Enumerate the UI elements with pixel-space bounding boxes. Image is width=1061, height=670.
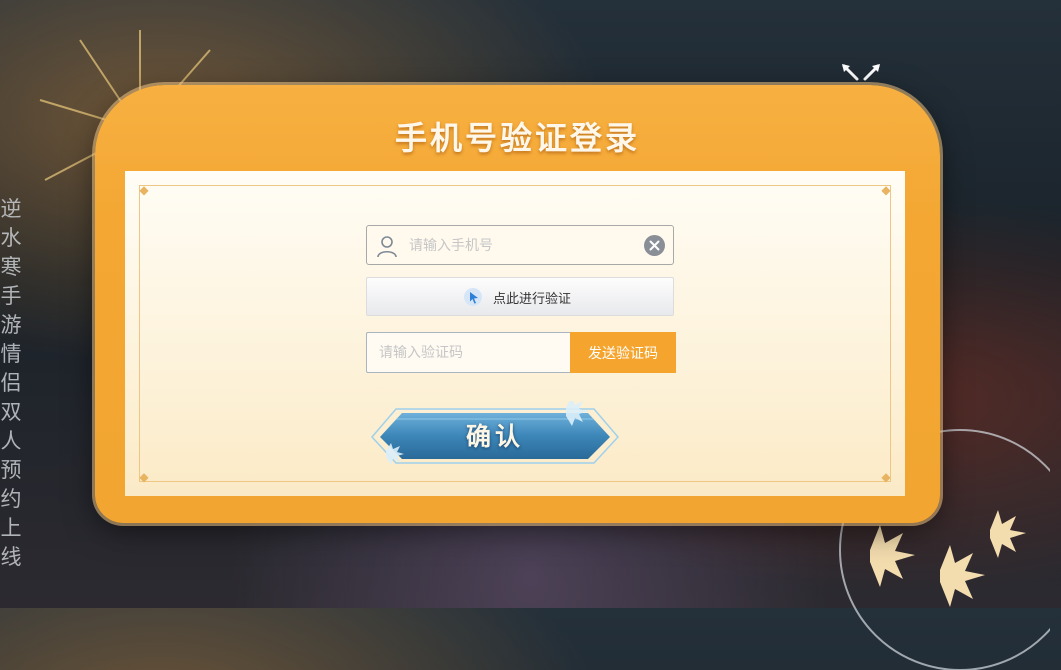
confirm-label: 确认 — [465, 422, 524, 451]
verification-code-input[interactable] — [366, 332, 570, 373]
clear-button[interactable] — [644, 235, 665, 256]
send-code-button[interactable]: 发送验证码 — [570, 332, 676, 373]
phone-field — [366, 225, 674, 265]
user-icon — [377, 236, 397, 258]
corner-ornament-icon: ◆ — [139, 470, 149, 484]
form-panel: ◆ ◆ ◆ ◆ 请输入手机号 点此进行验证 请输入验证码 发送验证码 确认 — [125, 171, 905, 496]
login-dialog: 手机号验证登录 ◆ ◆ ◆ ◆ 请输入手机号 点此进行验证 请输入验证码 发送验… — [95, 85, 940, 523]
captcha-pointer-icon — [464, 288, 482, 306]
corner-ornament-icon: ◆ — [881, 183, 891, 197]
captcha-label: 点此进行验证 — [493, 291, 572, 307]
clear-icon — [649, 240, 660, 251]
corner-ornament-icon: ◆ — [881, 470, 891, 484]
phone-input[interactable] — [407, 232, 641, 260]
captcha-verify-button[interactable]: 点此进行验证 — [366, 277, 674, 316]
confirm-button[interactable]: 确认 — [366, 401, 624, 471]
corner-ornament-icon: ◆ — [139, 183, 149, 197]
side-banner-text: 逆水寒手游情侣双人预约上线 — [0, 197, 22, 569]
dialog-title: 手机号验证登录 — [394, 119, 640, 157]
